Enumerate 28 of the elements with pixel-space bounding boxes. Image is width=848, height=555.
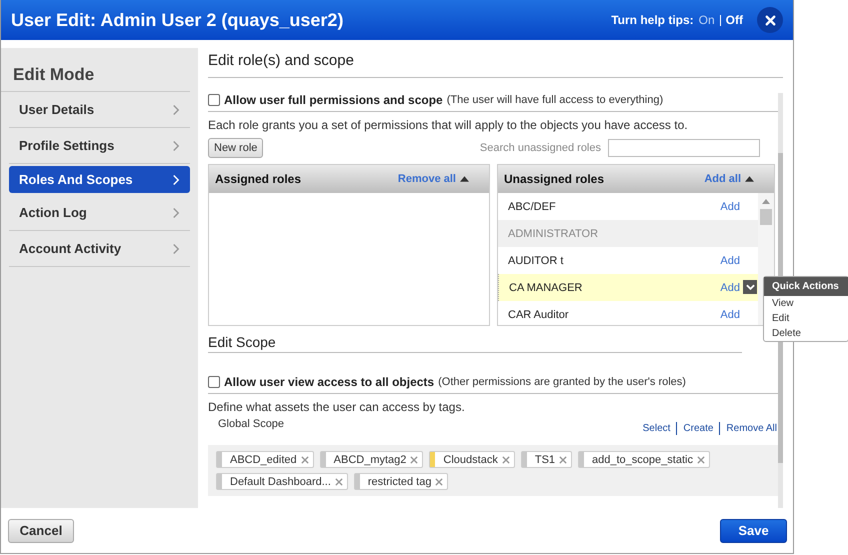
role-name: ABC/DEF xyxy=(508,200,557,212)
panel-title: Assigned roles xyxy=(215,171,302,186)
checkbox-note: (Other permissions are granted by the user's roles) xyxy=(438,376,686,388)
section-title: Edit Scope xyxy=(208,326,742,353)
checkbox-note: (The user will have full access to everything) xyxy=(446,94,664,106)
tag-label: ABCD_mytag2 xyxy=(334,454,406,466)
tag-label: ABCD_edited xyxy=(230,454,297,466)
tag-label: Cloudstack xyxy=(443,454,498,466)
tag-label: TS1 xyxy=(534,454,556,466)
checkbox-label: Allow user full permissions and scope xyxy=(224,93,443,107)
help-tips-label: Turn help tips: xyxy=(611,13,694,27)
tag-label: add_to_scope_static xyxy=(592,454,693,466)
role-name: AUDITOR t xyxy=(508,254,564,266)
role-name: CAR Auditor xyxy=(508,308,570,320)
tag-label: restricted tag xyxy=(368,476,432,488)
checkbox-label: Allow user view access to all objects xyxy=(224,375,434,389)
tag-label: Default Dashboard... xyxy=(230,476,331,488)
window-title: User Edit: Admin User 2 (quays_user2) xyxy=(11,10,344,30)
section-title: Edit role(s) and scope xyxy=(208,48,783,78)
role-name: CA MANAGER xyxy=(509,282,584,294)
description-text: Each role grants you a set of permissions that will apply to the objects you have access to. xyxy=(208,117,689,134)
role-name: ADMINISTRATOR xyxy=(508,228,600,240)
description-text: Define what assets the user can access by tags. xyxy=(208,399,466,416)
panel-title: Unassigned roles xyxy=(504,171,604,186)
search-label: Search unassigned roles xyxy=(480,142,601,154)
sidebar-title: Edit Mode xyxy=(1,56,190,92)
menu-title: Quick Actions xyxy=(764,277,848,296)
scope-label: Global Scope xyxy=(218,418,284,432)
